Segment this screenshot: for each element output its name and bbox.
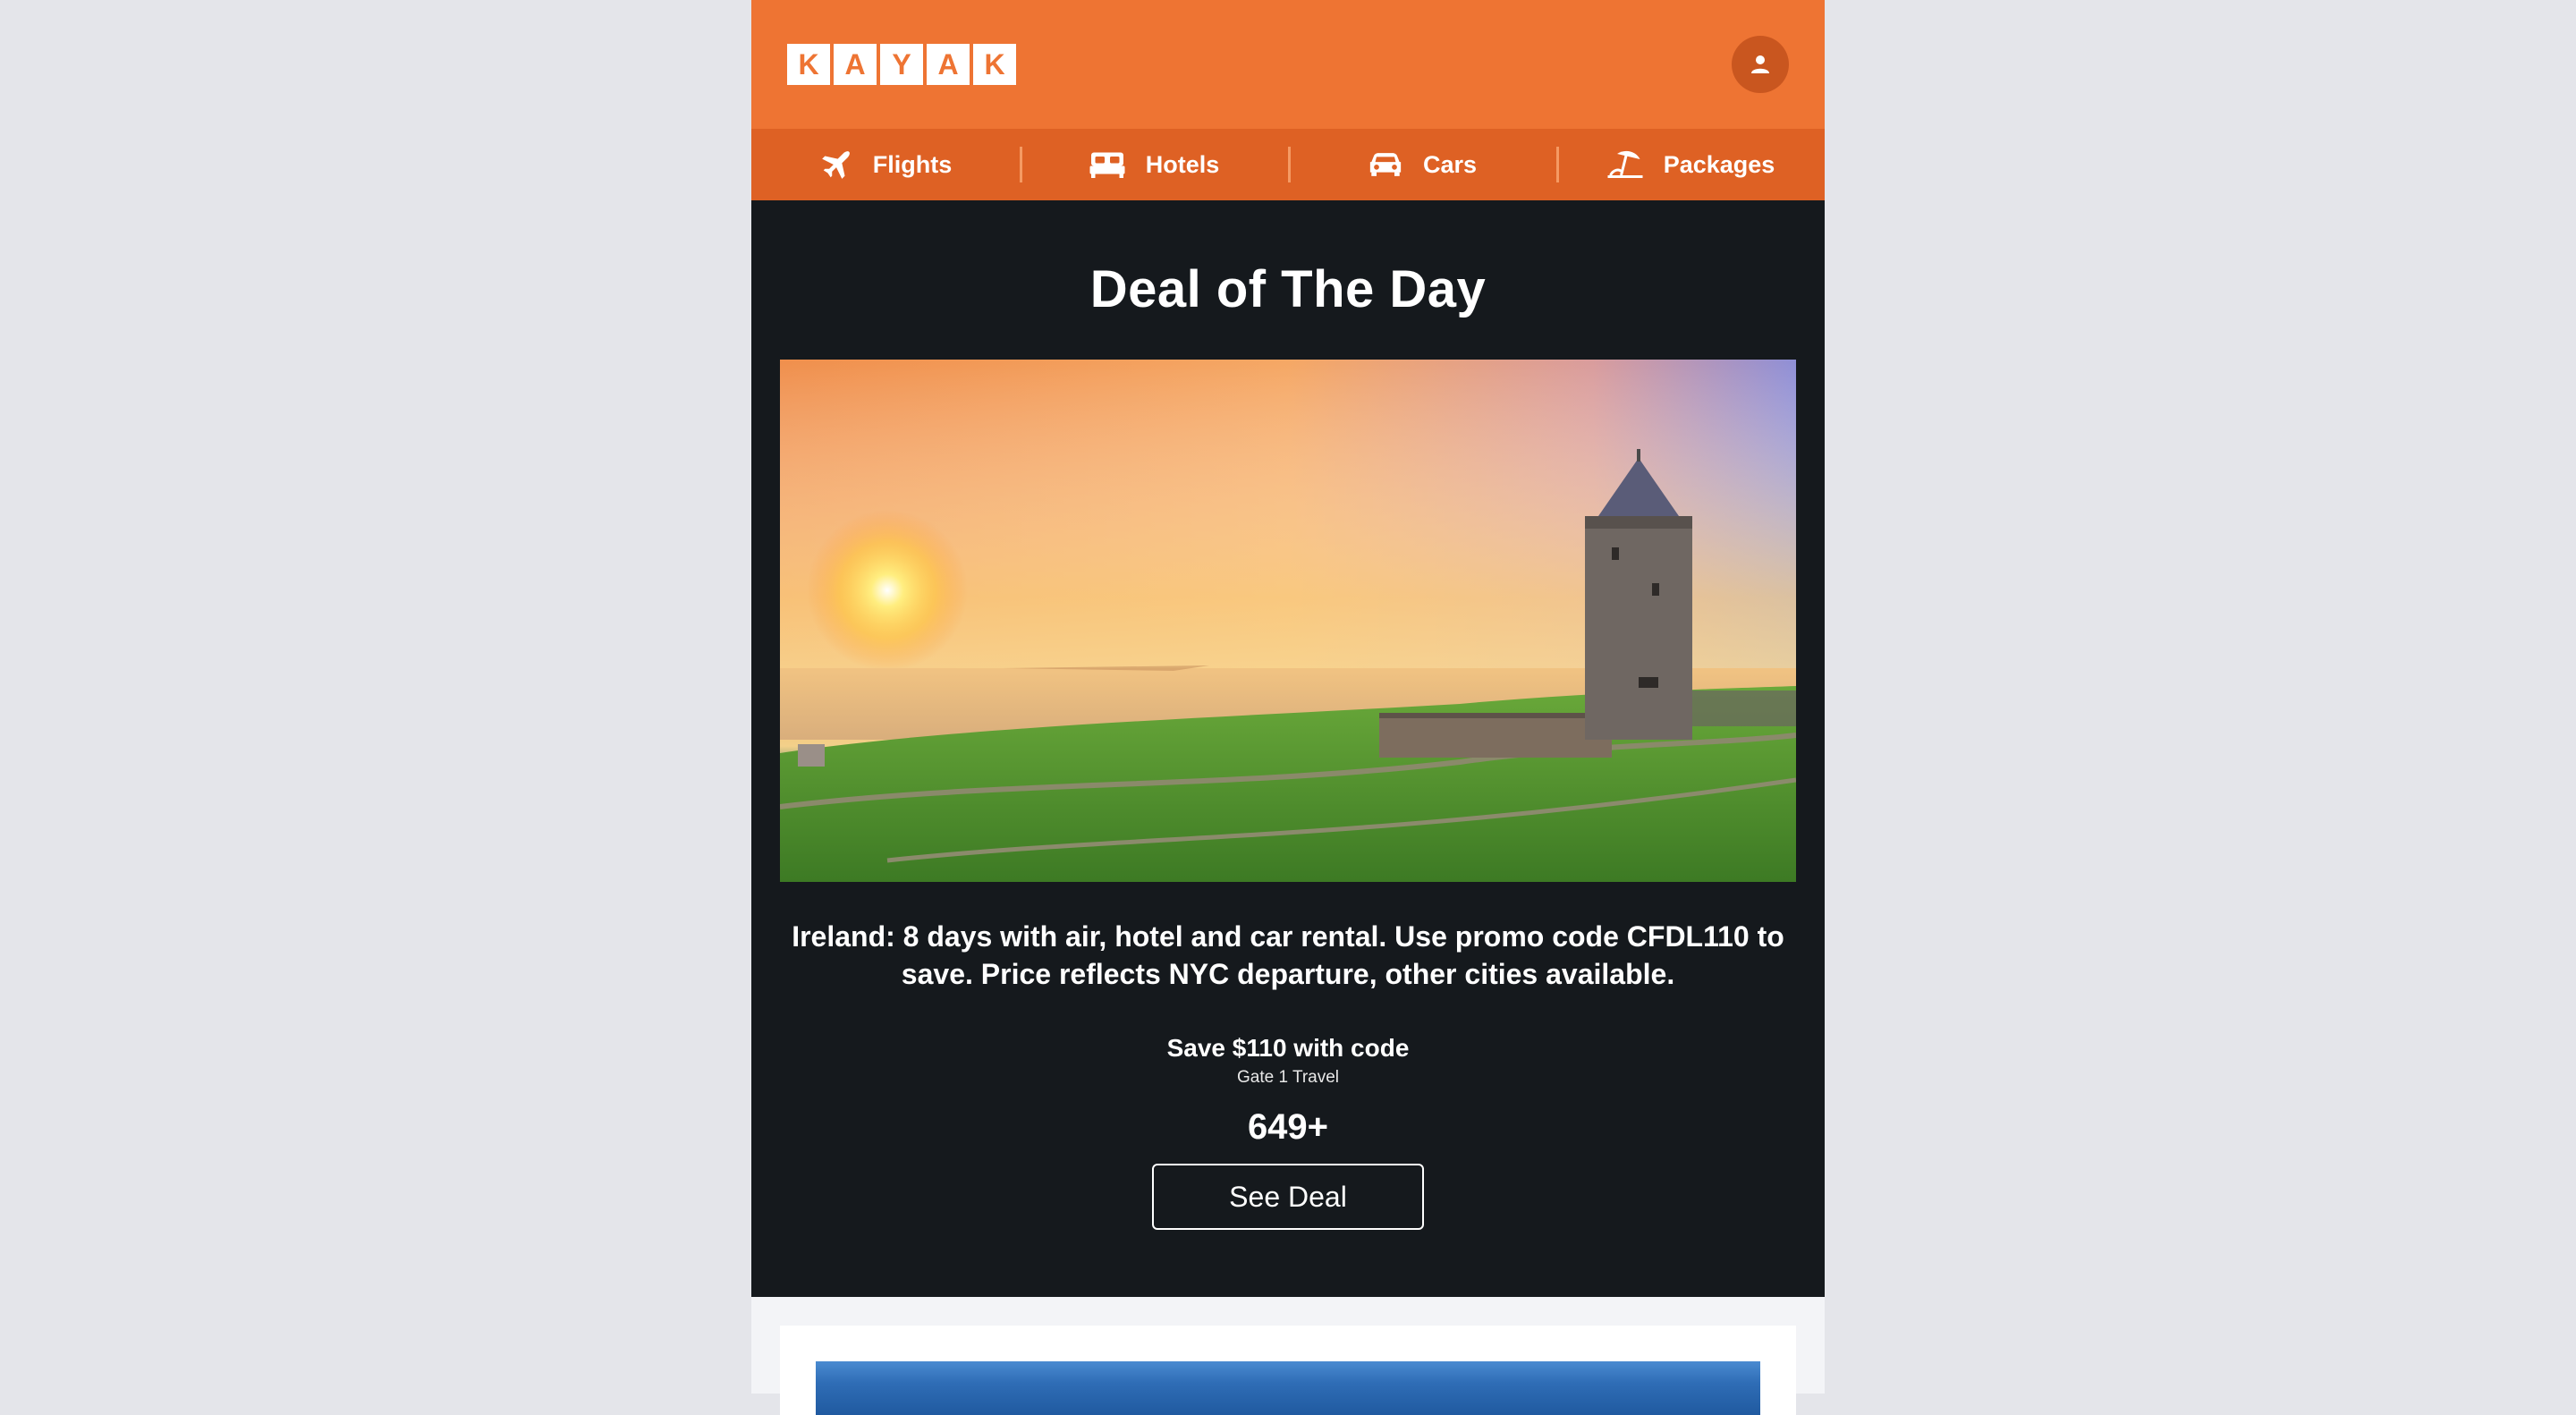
logo-letter: K (787, 44, 830, 85)
nav-label-packages: Packages (1663, 150, 1775, 178)
nav-label-cars: Cars (1422, 150, 1478, 178)
header: K A Y A K (751, 0, 1825, 129)
nav-item-cars[interactable]: Cars (1288, 129, 1556, 200)
deal-save-label: Save $110 with code (1166, 1034, 1410, 1062)
logo-letter: A (927, 44, 970, 85)
deal-price: 649+ (1247, 1107, 1329, 1147)
next-deal-card[interactable] (780, 1326, 1796, 1415)
account-button[interactable] (1732, 36, 1789, 93)
nav-label-hotels: Hotels (1145, 150, 1220, 178)
bed-icon (1089, 152, 1125, 178)
airplane-icon (821, 151, 850, 179)
email-container: K A Y A K Flights Hotels Cars Packages D… (751, 0, 1825, 1415)
deal-of-the-day-section: Deal of The Day Ireland: 8 days with air… (751, 200, 1825, 1297)
see-deal-button[interactable]: See Deal (1152, 1164, 1424, 1230)
logo-letter: Y (880, 44, 923, 85)
user-icon (1751, 55, 1769, 73)
nav-item-packages[interactable]: Packages (1556, 129, 1825, 200)
nav-item-flights[interactable]: Flights (751, 129, 1020, 200)
deal-provider: Gate 1 Travel (1236, 1068, 1340, 1087)
deal-description: Ireland: 8 days with air, hotel and car … (792, 920, 1784, 990)
logo-letter: K (973, 44, 1016, 85)
nav-item-hotels[interactable]: Hotels (1020, 129, 1288, 200)
page-background: K A Y A K Flights Hotels Cars Packages D… (0, 0, 2576, 1415)
nav-label-flights: Flights (872, 150, 953, 178)
castle-landscape-image (780, 360, 1796, 882)
main-nav: Flights Hotels Cars Packages (751, 129, 1825, 200)
logo-letter: A (834, 44, 877, 85)
deal-title: Deal of The Day (1089, 260, 1487, 318)
car-icon (1369, 153, 1402, 176)
beach-umbrella-icon (1607, 150, 1643, 178)
kayak-logo[interactable]: K A Y A K (787, 44, 1016, 85)
next-deal-image[interactable] (816, 1361, 1760, 1415)
deal-hero-image[interactable] (780, 360, 1796, 882)
